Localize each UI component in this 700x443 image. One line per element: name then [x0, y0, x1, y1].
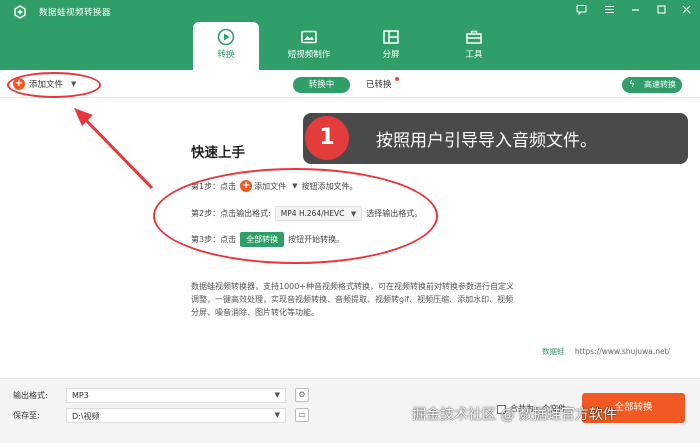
guide-title: 快速上手 — [191, 145, 245, 161]
app-logo-icon — [14, 5, 26, 19]
feedback-icon[interactable] — [574, 4, 588, 18]
folder-icon[interactable]: ▭ — [295, 408, 309, 422]
split-screen-icon — [383, 30, 399, 44]
fast-convert-button[interactable]: ϟ 高速转换 — [622, 77, 682, 93]
menu-icon[interactable] — [602, 4, 616, 18]
tab-converting[interactable]: 转换中 — [293, 77, 350, 93]
minimize-icon[interactable] — [628, 4, 642, 18]
tab-label: 转换 — [217, 50, 235, 60]
watermark: 掘金技术社区 @ 数据蛙官方软件 — [412, 407, 617, 423]
lightning-icon: ϟ — [629, 80, 635, 90]
close-icon[interactable] — [679, 4, 693, 18]
output-format-select[interactable]: MP3 ▼ — [66, 388, 286, 403]
maximize-icon[interactable] — [654, 4, 668, 18]
toolbox-icon — [466, 30, 482, 44]
brand-footer: 数据蛙 https://www.shujuwa.net/ — [542, 346, 670, 357]
callout-text: 按照用户引导导入音频文件。 — [376, 131, 597, 151]
tab-label: 工具 — [465, 50, 483, 60]
tab-converted[interactable]: 已转换 — [366, 78, 392, 90]
brand-url[interactable]: https://www.shujuwa.net/ — [575, 347, 670, 356]
output-format-value: MP3 — [72, 391, 89, 400]
output-format-label: 输出格式: — [13, 391, 48, 400]
annotation-ellipse-add-file — [7, 72, 101, 98]
tab-convert[interactable]: 转换 — [193, 22, 259, 70]
save-to-value: D:\视频 — [72, 412, 100, 421]
title-bar: 数据蛙视频转换器 转换 短视频制作 分屏 工具 — [0, 0, 700, 70]
chevron-down-icon: ▼ — [274, 411, 280, 419]
tab-video-maker[interactable]: 短视频制作 — [276, 22, 342, 70]
video-maker-icon — [301, 30, 317, 44]
format-settings-icon[interactable]: ⚙ — [295, 388, 309, 402]
tab-label: 短视频制作 — [287, 50, 331, 60]
chevron-down-icon: ▼ — [274, 391, 280, 399]
annotation-ellipse-steps — [153, 168, 438, 264]
tab-label: 分屏 — [382, 50, 400, 60]
toolbar: + 添加文件 ▼ 转换中 已转换 ϟ 高速转换 — [0, 70, 700, 98]
save-to-select[interactable]: D:\视频 ▼ — [66, 408, 286, 423]
fast-convert-label: 高速转换 — [644, 80, 676, 89]
product-description: 数据蛙视频转换器，支持1000+种音视频格式转换，可在视频转换前对转换参数进行自… — [191, 282, 515, 317]
brand-name: 数据蛙 — [542, 347, 565, 356]
convert-icon — [217, 28, 235, 46]
save-to-label: 保存至: — [13, 411, 40, 420]
app-title: 数据蛙视频转换器 — [39, 8, 112, 18]
callout-step-number: 1 — [305, 116, 349, 160]
notification-dot — [395, 77, 399, 81]
tab-split-screen[interactable]: 分屏 — [358, 22, 424, 70]
tab-tools[interactable]: 工具 — [441, 22, 507, 70]
